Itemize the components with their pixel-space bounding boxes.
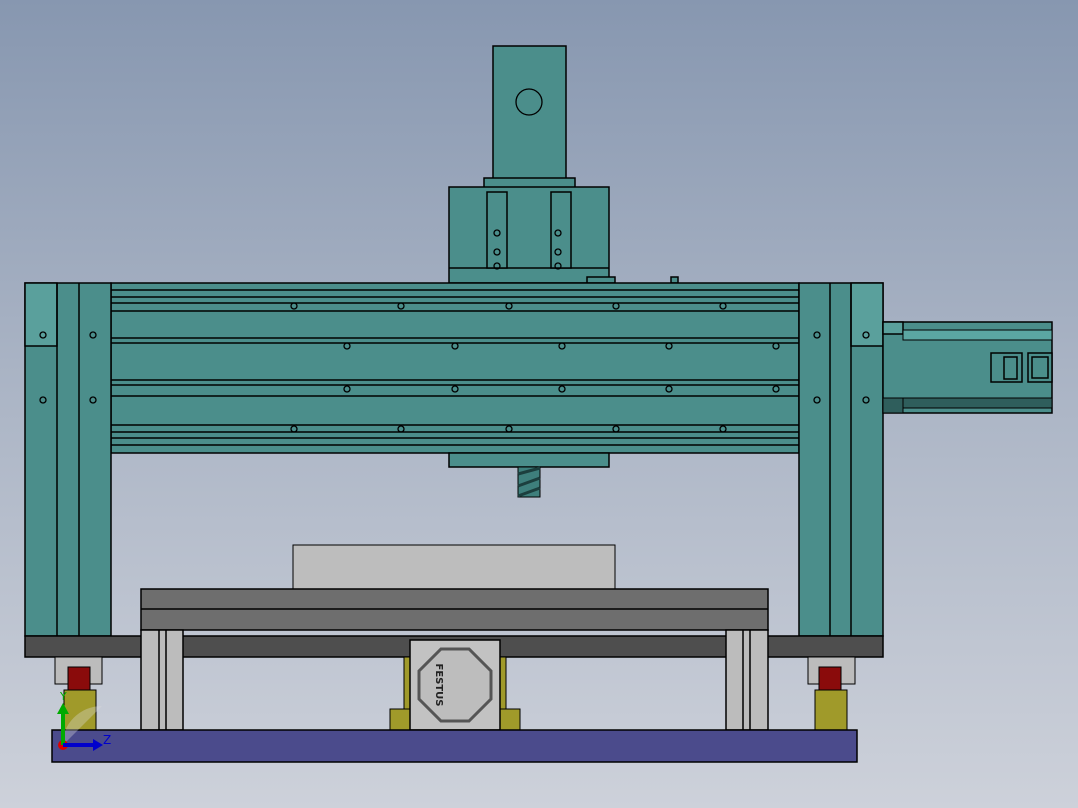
table-leg-right [725,629,769,731]
z-axis-motor [483,45,576,189]
motor-logo: FESTUS [433,663,444,706]
right-upright [798,282,884,637]
left-upright [24,282,112,637]
table-leg-left [140,629,184,731]
work-table [140,588,769,631]
z-carriage [448,186,679,284]
triad-z-label: Z [103,733,111,747]
foot-right [807,656,856,731]
end-mill-bit [517,466,541,498]
y-axis-drive: FESTUS [389,639,521,731]
gantry-beam [110,282,800,454]
x-axis-motor [882,321,1053,414]
base-plate [51,729,858,763]
spindle [448,452,610,498]
cad-viewport[interactable]: FESTUS Y Z [0,0,1078,808]
triad-y-label: Y [59,690,67,703]
workpiece [292,544,616,590]
